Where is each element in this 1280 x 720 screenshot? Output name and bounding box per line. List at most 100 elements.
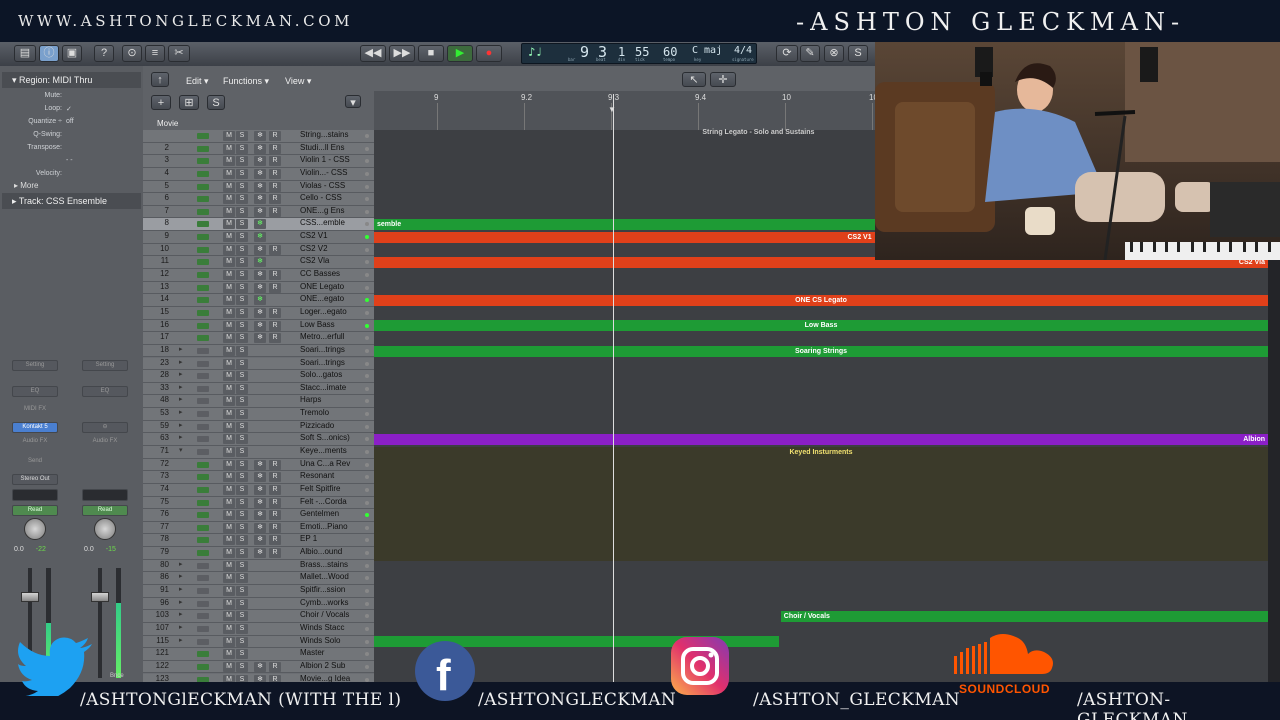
folder-closed-icon[interactable]: ▸ bbox=[179, 433, 183, 441]
record-enable-button[interactable]: R bbox=[269, 181, 281, 192]
track-row[interactable]: 28 ▸ M S Solo...gatos bbox=[143, 370, 374, 383]
solo-button[interactable]: S bbox=[236, 459, 248, 470]
instrument-slot[interactable]: Kontakt 5 bbox=[12, 422, 58, 433]
solo-mode-icon[interactable]: S bbox=[848, 45, 868, 62]
solo-button[interactable]: S bbox=[236, 611, 248, 622]
record-enable-button[interactable]: R bbox=[269, 307, 281, 318]
track-row[interactable]: 7 M S ❄ R ONE...g Ens bbox=[143, 205, 374, 219]
track-row[interactable]: 53 ▸ M S Tremolo bbox=[143, 408, 374, 421]
smart-controls-icon[interactable]: ⊙ bbox=[122, 45, 142, 62]
track-row[interactable]: 15 M S ❄ R Loger...egato bbox=[143, 306, 374, 320]
setting-button[interactable]: Setting bbox=[82, 360, 128, 371]
mute-button[interactable]: M bbox=[223, 649, 235, 660]
track-row[interactable]: 74 M S ❄ R Felt Spitfire bbox=[143, 483, 374, 497]
track-row[interactable]: 73 M S ❄ R Resonant bbox=[143, 471, 374, 484]
link-icon[interactable]: ⊖ bbox=[82, 422, 128, 433]
mute-button[interactable]: M bbox=[223, 623, 235, 634]
group-slot[interactable] bbox=[12, 489, 58, 501]
solo-button[interactable]: S bbox=[236, 194, 248, 205]
mute-button[interactable]: M bbox=[223, 484, 235, 495]
track-row[interactable]: 13 M S ❄ R ONE Legato bbox=[143, 281, 374, 295]
mixer-faders-icon[interactable]: ≡ bbox=[145, 45, 165, 62]
mute-button[interactable]: M bbox=[223, 307, 235, 318]
track-row[interactable]: 96 ▸ M S Cymb...works bbox=[143, 597, 374, 611]
solo-button[interactable]: S bbox=[236, 206, 248, 217]
freeze-icon[interactable]: ❄ bbox=[254, 270, 266, 281]
editors-icon[interactable]: ✂ bbox=[168, 45, 190, 62]
solo-button[interactable]: S bbox=[236, 421, 248, 432]
freeze-icon[interactable]: ❄ bbox=[254, 131, 266, 141]
solo-button[interactable]: S bbox=[236, 535, 248, 546]
mute-button[interactable]: M bbox=[223, 586, 235, 597]
mute-button[interactable]: M bbox=[223, 447, 235, 457]
mute-button[interactable]: M bbox=[223, 560, 235, 571]
freeze-icon[interactable]: ❄ bbox=[254, 282, 266, 293]
record-enable-button[interactable]: R bbox=[269, 510, 281, 521]
freeze-icon[interactable]: ❄ bbox=[254, 143, 266, 154]
add-track-icon[interactable]: + bbox=[151, 95, 171, 110]
solo-button[interactable]: S bbox=[236, 320, 248, 331]
region-param[interactable]: Mute: bbox=[0, 92, 138, 105]
freeze-icon[interactable]: ❄ bbox=[254, 522, 266, 533]
mute-button[interactable]: M bbox=[223, 244, 235, 255]
rewind-icon[interactable]: ◀◀ bbox=[360, 45, 386, 62]
solo-button[interactable]: S bbox=[236, 143, 248, 154]
fader-cap[interactable] bbox=[21, 592, 39, 602]
solo-button[interactable]: S bbox=[236, 257, 248, 268]
mute-button[interactable]: M bbox=[223, 459, 235, 470]
fast-forward-icon[interactable]: ▶▶ bbox=[389, 45, 415, 62]
solo-button[interactable]: S bbox=[236, 131, 248, 141]
track-row[interactable]: 80 ▸ M S Brass...stains bbox=[143, 559, 374, 573]
region-param[interactable]: - - bbox=[0, 157, 138, 170]
mute-button[interactable]: M bbox=[223, 611, 235, 622]
folder-closed-icon[interactable]: ▸ bbox=[179, 585, 183, 593]
freeze-icon[interactable]: ❄ bbox=[254, 206, 266, 217]
mixer-icon[interactable]: ▣ bbox=[62, 45, 82, 62]
track-row[interactable]: 16 M S ❄ R Low Bass bbox=[143, 319, 374, 333]
mute-button[interactable]: M bbox=[223, 548, 235, 559]
inspector-icon[interactable]: ⓘ bbox=[39, 45, 59, 62]
freeze-icon[interactable]: ❄ bbox=[254, 484, 266, 495]
audio-fx-slot[interactable]: Audio FX bbox=[12, 437, 58, 448]
freeze-icon[interactable]: ❄ bbox=[254, 472, 266, 483]
record-enable-button[interactable]: R bbox=[269, 661, 281, 672]
record-enable-button[interactable]: R bbox=[269, 484, 281, 495]
functions-menu[interactable]: Functions ▾ bbox=[223, 76, 269, 87]
region-param[interactable]: Q-Swing: bbox=[0, 131, 138, 144]
mute-button[interactable]: M bbox=[223, 383, 235, 394]
track-row[interactable]: 12 M S ❄ R CC Basses bbox=[143, 269, 374, 282]
solo-button[interactable]: S bbox=[236, 623, 248, 634]
track-row[interactable]: 11 M S ❄ CS2 Vla bbox=[143, 256, 374, 269]
mute-button[interactable]: M bbox=[223, 371, 235, 382]
mute-button[interactable]: M bbox=[223, 333, 235, 344]
solo-button[interactable]: S bbox=[236, 345, 248, 356]
freeze-icon[interactable]: ❄ bbox=[254, 661, 266, 672]
mute-button[interactable]: M bbox=[223, 409, 235, 420]
region[interactable]: ONE CS Legato bbox=[374, 295, 1268, 307]
solo-button[interactable]: S bbox=[236, 586, 248, 597]
track-row[interactable]: 48 ▸ M S Harps bbox=[143, 395, 374, 409]
mute-button[interactable]: M bbox=[223, 358, 235, 369]
solo-button[interactable]: S bbox=[236, 649, 248, 660]
automation-mode[interactable]: Read bbox=[82, 505, 128, 516]
track-row[interactable]: 33 ▸ M S Stacc...imate bbox=[143, 382, 374, 396]
eq-button[interactable]: EQ bbox=[82, 386, 128, 397]
midi-fx-slot[interactable]: MIDI FX bbox=[12, 405, 58, 416]
freeze-icon[interactable]: ❄ bbox=[254, 295, 266, 306]
mute-button[interactable]: M bbox=[223, 206, 235, 217]
freeze-icon[interactable]: ❄ bbox=[254, 181, 266, 192]
folder-closed-icon[interactable]: ▸ bbox=[179, 421, 183, 429]
track-row[interactable]: 77 M S ❄ R Emoti...Piano bbox=[143, 521, 374, 535]
track-row[interactable]: 121 M S Master bbox=[143, 648, 374, 661]
view-menu[interactable]: View ▾ bbox=[285, 76, 311, 87]
region[interactable]: Keyed Insturments bbox=[374, 446, 1268, 561]
soundcloud-handle[interactable]: /ASHTON-GLECKMAN bbox=[1077, 690, 1280, 720]
record-enable-button[interactable]: R bbox=[269, 535, 281, 546]
track-row[interactable]: 14 M S ❄ ONE...egato bbox=[143, 294, 374, 307]
new-folder-icon[interactable]: ⊞ bbox=[179, 95, 199, 110]
track-row[interactable]: 18 ▸ M S Soari...trings bbox=[143, 344, 374, 358]
solo-button[interactable]: S bbox=[236, 244, 248, 255]
record-enable-button[interactable]: R bbox=[269, 270, 281, 281]
pencil-icon[interactable]: ✎ bbox=[800, 45, 820, 62]
playhead[interactable] bbox=[613, 94, 614, 684]
